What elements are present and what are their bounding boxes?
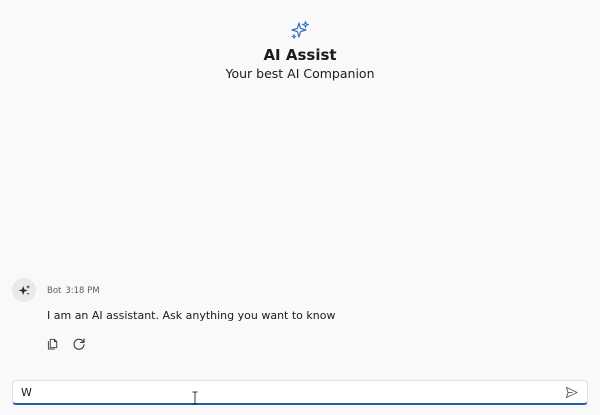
send-icon bbox=[565, 386, 578, 398]
banner: AI Assist Your best AI Companion bbox=[0, 20, 600, 82]
copy-button[interactable] bbox=[45, 335, 62, 352]
regenerate-icon bbox=[73, 337, 85, 350]
ai-assist-view: AI Assist Your best AI Companion Bot 3:18… bbox=[0, 0, 600, 415]
message-text: I am an AI assistant. Ask anything you w… bbox=[47, 309, 336, 322]
banner-subtitle: Your best AI Companion bbox=[225, 66, 375, 81]
prompt-input[interactable] bbox=[21, 383, 541, 401]
message-timestamp: 3:18 PM bbox=[65, 286, 100, 296]
message-actions bbox=[45, 335, 87, 352]
copy-icon bbox=[47, 338, 58, 350]
regenerate-button[interactable] bbox=[70, 335, 87, 352]
send-button[interactable] bbox=[563, 384, 579, 400]
prompt-input-box[interactable] bbox=[12, 380, 588, 405]
text-cursor-icon bbox=[192, 391, 198, 405]
sparkle-icon bbox=[291, 21, 309, 39]
sparkle-icon bbox=[18, 284, 30, 295]
message-meta: Bot 3:18 PM bbox=[47, 286, 100, 296]
message-author: Bot bbox=[47, 286, 62, 296]
avatar bbox=[12, 278, 36, 302]
banner-title: AI Assist bbox=[263, 46, 337, 64]
